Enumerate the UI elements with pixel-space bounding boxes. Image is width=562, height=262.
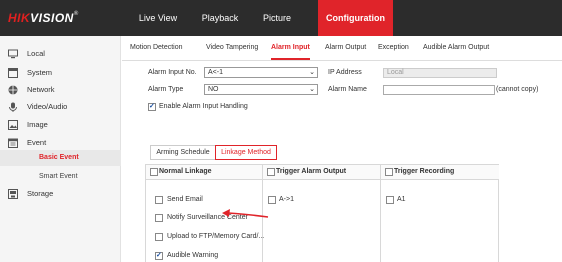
sidebar-item-storage[interactable]: Storage bbox=[0, 185, 121, 203]
tab-arming-schedule[interactable]: Arming Schedule bbox=[150, 145, 216, 160]
cannot-copy-note: (cannot copy) bbox=[496, 86, 539, 93]
sidebar: Local System Network Video/Audio Image E… bbox=[0, 36, 121, 262]
annotation-arrow-icon bbox=[222, 209, 269, 218]
storage-icon bbox=[8, 189, 18, 199]
alarm-name-label: Alarm Name bbox=[328, 86, 367, 93]
system-icon bbox=[8, 68, 18, 78]
recording-a1-checkbox[interactable] bbox=[386, 196, 394, 204]
nav-configuration[interactable]: Configuration bbox=[318, 0, 393, 36]
trigger-alarm-output-select-all-checkbox[interactable] bbox=[267, 168, 275, 176]
upload-ftp-checkbox[interactable] bbox=[155, 233, 163, 241]
calendar-icon bbox=[8, 138, 18, 148]
globe-icon bbox=[8, 85, 18, 95]
tab-alarm-output[interactable]: Alarm Output bbox=[325, 44, 366, 51]
monitor-icon bbox=[8, 49, 18, 59]
ip-address-label: IP Address bbox=[328, 69, 362, 76]
chevron-down-icon: ⌄ bbox=[309, 86, 315, 93]
trigger-recording-header: Trigger Recording bbox=[381, 165, 499, 180]
tab-audible-alarm-output[interactable]: Audible Alarm Output bbox=[423, 44, 489, 51]
nav-picture[interactable]: Picture bbox=[253, 0, 301, 36]
alarm-input-no-label: Alarm Input No. bbox=[148, 69, 197, 76]
sidebar-item-local[interactable]: Local bbox=[0, 45, 121, 63]
ip-address-field: Local bbox=[383, 68, 497, 78]
sidebar-item-network[interactable]: Network bbox=[0, 81, 121, 99]
alarm-output-a1-label: A->1 bbox=[279, 196, 294, 203]
send-email-checkbox[interactable] bbox=[155, 196, 163, 204]
upload-ftp-label: Upload to FTP/Memory Card/... bbox=[167, 233, 265, 240]
sidebar-item-basic-event[interactable]: Basic Event bbox=[0, 150, 121, 166]
sidebar-item-image[interactable]: Image bbox=[0, 116, 121, 134]
chevron-down-icon: ⌄ bbox=[309, 69, 315, 76]
mic-icon bbox=[9, 102, 17, 112]
sidebar-item-smart-event[interactable]: Smart Event bbox=[0, 169, 121, 185]
send-email-label: Send Email bbox=[167, 196, 203, 203]
tab-linkage-method[interactable]: Linkage Method bbox=[215, 145, 277, 160]
nav-live-view[interactable]: Live View bbox=[132, 0, 184, 36]
alarm-output-a1-checkbox[interactable] bbox=[268, 196, 276, 204]
normal-linkage-header: Normal Linkage bbox=[146, 165, 262, 180]
trigger-recording-select-all-checkbox[interactable] bbox=[385, 168, 393, 176]
enable-alarm-input-checkbox[interactable] bbox=[148, 102, 156, 111]
tab-exception[interactable]: Exception bbox=[378, 44, 409, 51]
alarm-type-select[interactable]: NO ⌄ bbox=[204, 84, 318, 95]
enable-alarm-input-label: Enable Alarm Input Handling bbox=[159, 103, 248, 110]
trigger-alarm-output-header: Trigger Alarm Output bbox=[263, 165, 380, 180]
image-icon bbox=[8, 120, 18, 130]
alarm-name-field[interactable] bbox=[383, 85, 495, 95]
alarm-input-no-select[interactable]: A<-1 ⌄ bbox=[204, 67, 318, 78]
recording-a1-label: A1 bbox=[397, 196, 406, 203]
alarm-type-label: Alarm Type bbox=[148, 86, 184, 93]
tab-alarm-input[interactable]: Alarm Input bbox=[271, 44, 310, 60]
nav-playback[interactable]: Playback bbox=[195, 0, 245, 36]
notify-surveillance-center-checkbox[interactable] bbox=[155, 214, 163, 222]
tab-motion-detection[interactable]: Motion Detection bbox=[130, 44, 183, 51]
top-navigation-bar: HIKVISION® Live View Playback Picture Co… bbox=[0, 0, 562, 36]
sidebar-item-system[interactable]: System bbox=[0, 64, 121, 82]
tab-video-tampering[interactable]: Video Tampering bbox=[206, 44, 258, 51]
audible-warning-checkbox[interactable] bbox=[155, 251, 163, 260]
column-divider bbox=[380, 165, 381, 262]
audible-warning-label: Audible Warning bbox=[167, 252, 219, 259]
event-sub-tabs: Motion Detection Video Tampering Alarm I… bbox=[122, 36, 562, 61]
normal-linkage-select-all-checkbox[interactable] bbox=[150, 168, 158, 176]
hikvision-logo: HIKVISION® bbox=[8, 11, 79, 25]
sidebar-item-video-audio[interactable]: Video/Audio bbox=[0, 98, 121, 116]
linkage-method-panel: Normal Linkage Trigger Alarm Output Trig… bbox=[145, 164, 499, 262]
